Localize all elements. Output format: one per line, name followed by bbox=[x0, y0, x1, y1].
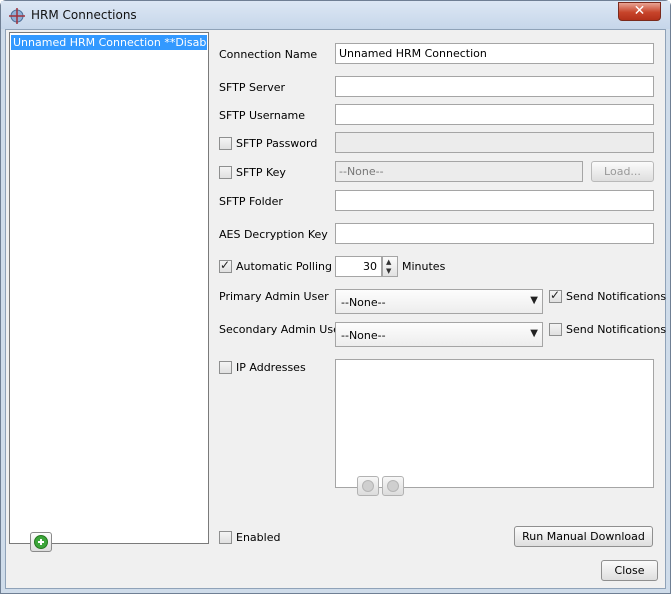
sftp-password-checkbox[interactable] bbox=[219, 137, 232, 150]
sftp-username-label: SFTP Username bbox=[219, 109, 306, 122]
remove-icon bbox=[387, 480, 399, 492]
load-key-button[interactable]: Load... bbox=[591, 161, 654, 182]
secondary-admin-label: Secondary Admin User bbox=[219, 323, 345, 336]
client-area: Unnamed HRM Connection **Disabled** Conn… bbox=[5, 29, 666, 589]
enabled-label: Enabled bbox=[236, 531, 281, 544]
polling-interval-value[interactable]: 30 bbox=[335, 256, 382, 277]
list-item[interactable]: Unnamed HRM Connection **Disabled** bbox=[11, 35, 207, 50]
secondary-send-notifications-label: Send Notifications bbox=[566, 323, 667, 336]
spinner-down-icon[interactable]: ▼ bbox=[386, 268, 391, 275]
sftp-folder-label: SFTP Folder bbox=[219, 195, 283, 208]
sftp-server-label: SFTP Server bbox=[219, 81, 286, 94]
connection-name-field[interactable]: Unnamed HRM Connection bbox=[335, 43, 654, 64]
remove-ip-button[interactable] bbox=[382, 476, 404, 496]
secondary-admin-select[interactable]: --None-- ▼ bbox=[335, 322, 543, 347]
automatic-polling-label: Automatic Polling bbox=[236, 260, 333, 273]
sftp-password-label: SFTP Password bbox=[236, 137, 318, 150]
add-icon bbox=[362, 480, 374, 492]
chevron-down-icon: ▼ bbox=[530, 328, 538, 339]
spinner-up-icon[interactable]: ▲ bbox=[386, 259, 391, 266]
app-crosshair-icon bbox=[9, 8, 25, 24]
sftp-key-checkbox[interactable] bbox=[219, 166, 232, 179]
sftp-username-field[interactable] bbox=[335, 104, 654, 125]
sftp-folder-field[interactable] bbox=[335, 190, 654, 211]
close-button[interactable]: Close bbox=[601, 560, 658, 581]
chevron-down-icon: ▼ bbox=[530, 295, 538, 306]
primary-admin-value: --None-- bbox=[341, 296, 386, 309]
add-ip-button[interactable] bbox=[357, 476, 379, 496]
primary-send-notifications-checkbox[interactable] bbox=[549, 288, 562, 303]
primary-admin-select[interactable]: --None-- ▼ bbox=[335, 289, 543, 314]
connection-list[interactable]: Unnamed HRM Connection **Disabled** bbox=[9, 32, 209, 544]
aes-key-field[interactable] bbox=[335, 223, 654, 244]
sftp-server-field[interactable] bbox=[335, 76, 654, 97]
connection-name-label: Connection Name bbox=[219, 48, 318, 61]
hrm-connections-window: HRM Connections ✕ Unnamed HRM Connection… bbox=[0, 0, 671, 594]
ip-addresses-list[interactable] bbox=[335, 359, 654, 488]
polling-interval-spinner[interactable]: 30 ▲ ▼ bbox=[335, 256, 399, 277]
secondary-admin-value: --None-- bbox=[341, 329, 386, 342]
ip-addresses-checkbox[interactable] bbox=[219, 361, 232, 374]
add-connection-button[interactable] bbox=[30, 532, 52, 552]
ip-addresses-label: IP Addresses bbox=[236, 361, 306, 374]
enabled-checkbox[interactable] bbox=[219, 531, 232, 544]
add-circle-icon bbox=[34, 535, 48, 549]
run-manual-download-button[interactable]: Run Manual Download bbox=[514, 526, 653, 547]
title-bar[interactable]: HRM Connections ✕ bbox=[1, 1, 670, 29]
sftp-key-label: SFTP Key bbox=[236, 166, 286, 179]
primary-send-notifications-label: Send Notifications bbox=[566, 290, 667, 303]
polling-unit-label: Minutes bbox=[402, 260, 446, 273]
secondary-send-notifications-checkbox[interactable] bbox=[549, 323, 562, 336]
close-icon: ✕ bbox=[633, 3, 646, 19]
window-close-button[interactable]: ✕ bbox=[618, 2, 661, 21]
window-title: HRM Connections bbox=[31, 8, 137, 22]
primary-admin-label: Primary Admin User bbox=[219, 290, 329, 303]
sftp-key-field[interactable]: --None-- bbox=[335, 161, 583, 182]
spinner-arrows[interactable]: ▲ ▼ bbox=[382, 256, 398, 277]
sftp-password-field[interactable] bbox=[335, 132, 654, 153]
aes-key-label: AES Decryption Key bbox=[219, 228, 328, 241]
automatic-polling-checkbox[interactable] bbox=[219, 258, 232, 273]
